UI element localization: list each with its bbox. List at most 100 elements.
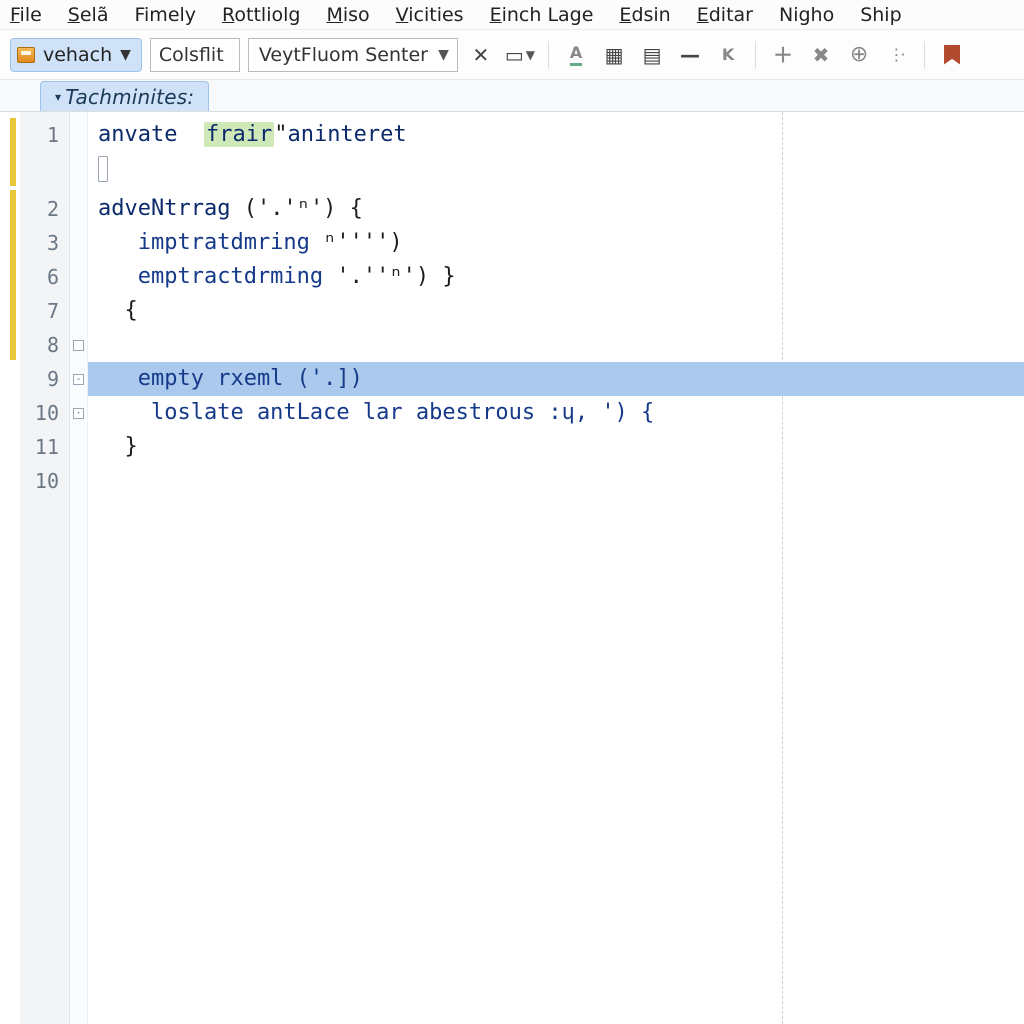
- code-token: imptratdmring: [98, 230, 323, 255]
- fold-cell: [70, 328, 87, 362]
- code-line[interactable]: empty rxeml ('.]): [88, 362, 1024, 396]
- code-token: ⁿ: [389, 264, 402, 289]
- code-token: emptractdrming: [98, 264, 336, 289]
- fold-handle[interactable]: ·: [73, 408, 84, 419]
- line-number: 8: [20, 328, 69, 362]
- style-name-value: Colsflit: [159, 44, 224, 66]
- menu-vicities[interactable]: Vicities: [396, 4, 464, 26]
- code-line[interactable]: [88, 328, 1024, 362]
- line-number: 3: [20, 226, 69, 260]
- code-token: }: [98, 434, 138, 459]
- separator: [924, 41, 925, 69]
- menu-rottliolg[interactable]: Rottliolg: [222, 4, 300, 26]
- code-token: loslate antLace lar abestrous :ɥ, ') {: [98, 400, 654, 425]
- disk-icon: [17, 47, 35, 63]
- menu-sela[interactable]: Selã: [68, 4, 109, 26]
- line-number: 7: [20, 294, 69, 328]
- table-button[interactable]: [599, 38, 629, 72]
- code-token: ⁿ: [323, 230, 336, 255]
- menu-ship[interactable]: Ship: [860, 4, 901, 26]
- file-selector-label: vehach: [43, 44, 112, 66]
- rectangle-icon: [505, 45, 524, 65]
- change-marker: [10, 118, 16, 186]
- more-button[interactable]: [882, 38, 912, 72]
- menu-nigho[interactable]: Nigho: [779, 4, 834, 26]
- delete-button[interactable]: [806, 38, 836, 72]
- web-button[interactable]: [844, 38, 874, 72]
- fold-cell: -: [70, 362, 87, 396]
- fold-cell: [70, 192, 87, 226]
- file-selector[interactable]: vehach ▼: [10, 38, 142, 72]
- code-area[interactable]: anvate frair"aninteretadveNtrrag ('.'ⁿ')…: [88, 112, 1024, 1024]
- indent-button[interactable]: [637, 38, 667, 72]
- fold-column: -·: [70, 112, 88, 1024]
- add-button[interactable]: [768, 38, 798, 72]
- tab-tachminites[interactable]: ▾ Tachminites:: [40, 81, 209, 111]
- code-token: {: [98, 298, 138, 323]
- code-token: ('.': [230, 196, 296, 221]
- remove-button[interactable]: [675, 38, 705, 72]
- fold-cell: [70, 226, 87, 260]
- editor: 1236789101110 -· anvate frair"anintereta…: [0, 112, 1024, 1024]
- layout-button[interactable]: ▼: [504, 38, 536, 72]
- fold-cell: [70, 294, 87, 328]
- code-line[interactable]: anvate frair"aninteret: [88, 118, 1024, 152]
- code-token: ⁿ: [297, 196, 310, 221]
- code-line[interactable]: imptratdmring ⁿ''''): [88, 226, 1024, 260]
- chevron-down-icon: ▾: [55, 90, 61, 104]
- line-number: 10: [20, 396, 69, 430]
- line-number: 10: [20, 464, 69, 498]
- fold-cell: [70, 118, 87, 152]
- fold-cell: [70, 152, 87, 192]
- toolbar: vehach ▼ Colsflit VeytFluom Senter ▼ ▼: [0, 30, 1024, 80]
- code-token: aninteret: [287, 122, 406, 147]
- fold-handle[interactable]: [73, 340, 84, 351]
- code-line[interactable]: }: [88, 430, 1024, 464]
- chevron-down-icon: ▼: [120, 47, 131, 63]
- menu-fimely[interactable]: Fimely: [134, 4, 196, 26]
- font-color-button[interactable]: [561, 38, 591, 72]
- code-line[interactable]: emptractdrming '.''ⁿ') }: [88, 260, 1024, 294]
- line-number: 11: [20, 430, 69, 464]
- change-marker: [10, 190, 16, 360]
- chevron-down-icon: ▼: [438, 47, 449, 63]
- menu-editar[interactable]: Editar: [697, 4, 753, 26]
- fold-cell: [70, 430, 87, 464]
- code-token: adveNtrrag: [98, 196, 230, 221]
- fold-cell: ·: [70, 396, 87, 430]
- code-line[interactable]: [88, 152, 1024, 192]
- clear-format-button[interactable]: [466, 38, 496, 72]
- code-token: ": [274, 122, 287, 147]
- separator: [548, 41, 549, 69]
- cut-button[interactable]: [713, 38, 743, 72]
- style-name-field[interactable]: Colsflit: [150, 38, 240, 72]
- code-line[interactable]: {: [88, 294, 1024, 328]
- code-token: anvate: [98, 122, 204, 147]
- code-line[interactable]: [88, 464, 1024, 498]
- code-token: ') }: [403, 264, 456, 289]
- change-marker-bar: [0, 112, 20, 1024]
- menu-bar: File Selã Fimely Rottliolg Miso Vicities…: [0, 0, 1024, 30]
- menu-edsin[interactable]: Edsin: [619, 4, 670, 26]
- fold-handle[interactable]: -: [73, 374, 84, 385]
- line-number: 1: [20, 118, 69, 152]
- menu-einchlage[interactable]: Einch Lage: [490, 4, 594, 26]
- chevron-down-icon: ▼: [526, 48, 535, 62]
- bookmark-button[interactable]: [937, 38, 967, 72]
- code-token: '.'': [336, 264, 389, 289]
- code-token: ''''): [336, 230, 402, 255]
- tab-strip: ▾ Tachminites:: [0, 80, 1024, 112]
- text-cursor: [98, 156, 108, 182]
- fold-cell: [70, 464, 87, 498]
- separator: [755, 41, 756, 69]
- menu-miso[interactable]: Miso: [326, 4, 369, 26]
- code-line[interactable]: adveNtrrag ('.'ⁿ') {: [88, 192, 1024, 226]
- font-combo[interactable]: VeytFluom Senter ▼: [248, 38, 458, 72]
- code-line[interactable]: loslate antLace lar abestrous :ɥ, ') {: [88, 396, 1024, 430]
- menu-file[interactable]: File: [10, 4, 42, 26]
- code-token: frair: [204, 122, 274, 147]
- line-number-gutter: 1236789101110: [20, 112, 70, 1024]
- tab-label: Tachminites:: [65, 85, 194, 109]
- line-number: 6: [20, 260, 69, 294]
- line-number: [20, 152, 69, 192]
